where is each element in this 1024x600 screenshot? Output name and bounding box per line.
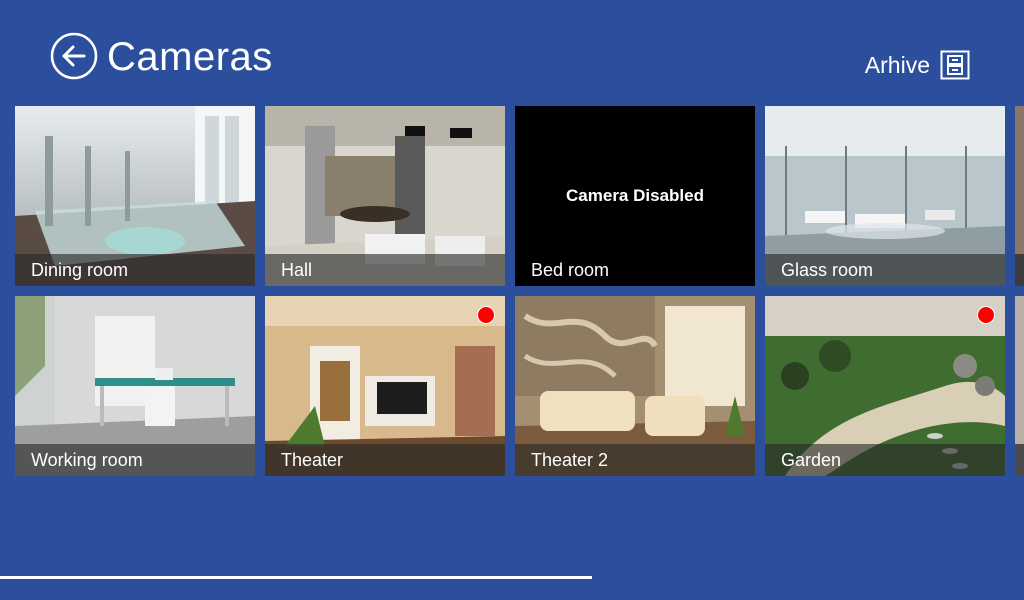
camera-grid: Dining room Hall Camera Disabled Bed roo… [15,106,1024,476]
camera-disabled-label: Camera Disabled [566,186,704,205]
camera-tile-glass-room[interactable]: Glass room [765,106,1005,286]
camera-name: Theater [265,444,505,476]
recording-indicator [477,306,495,324]
camera-tile-theater[interactable]: Theater [265,296,505,476]
camera-tile-working-room[interactable]: Working room [15,296,255,476]
camera-name: Glass room [765,254,1005,286]
camera-tile-theater-2[interactable]: Theater 2 [515,296,755,476]
camera-tile-dining-room[interactable]: Dining room [15,106,255,286]
recording-indicator [977,306,995,324]
cameras-page: Cameras Arhive Dining room Hall Camera D… [0,0,1024,600]
camera-name: Garden [765,444,1005,476]
archive-cabinet-icon [940,50,970,80]
archive-button[interactable]: Arhive [865,48,970,82]
arrow-left-icon [50,32,98,80]
camera-tile-partial[interactable] [1015,296,1024,476]
camera-name: Theater 2 [515,444,755,476]
camera-feed-image [1015,296,1024,476]
camera-tile-hall[interactable]: Hall [265,106,505,286]
horizontal-scrollbar[interactable] [0,576,592,579]
back-button[interactable] [50,32,98,80]
camera-tile-garden[interactable]: Garden [765,296,1005,476]
camera-feed-image [1015,106,1024,286]
camera-name: Working room [15,444,255,476]
archive-label: Arhive [864,52,930,78]
camera-name: Hall [265,254,505,286]
camera-tile-partial[interactable] [1015,106,1024,286]
page-title: Cameras [107,35,273,79]
camera-tile-bed-room[interactable]: Camera Disabled Bed room [515,106,755,286]
camera-name: Dining room [15,254,255,286]
camera-name: Bed room [531,260,610,280]
